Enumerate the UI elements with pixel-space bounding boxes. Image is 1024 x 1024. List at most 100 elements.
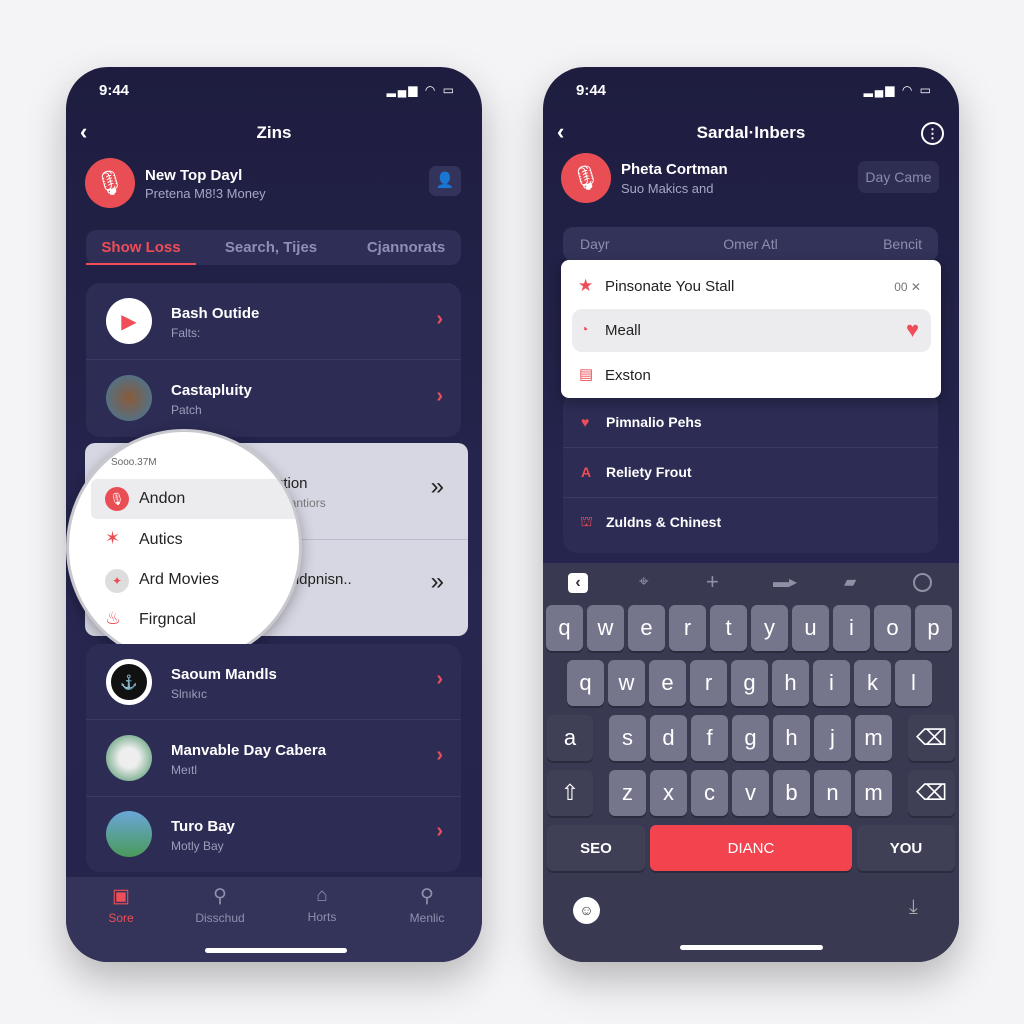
key-w[interactable]: w (587, 605, 624, 651)
keyboard: ‹ ⌖ + ▬▸ ▰ SEO DIANC YOU ☺ ⤓ qwertyuiop q… (543, 563, 959, 962)
key-q[interactable]: q (567, 660, 604, 706)
keyboard-back-icon[interactable]: ‹ (568, 573, 588, 593)
key-h[interactable]: h (772, 660, 809, 706)
popup-item-trailing: 00 ✕ (894, 280, 921, 294)
popup-item-label: Pinsonate You Stall (605, 278, 735, 295)
segment-omer-atl[interactable]: Omer Atl (563, 236, 938, 252)
heart-icon[interactable]: ♥ (906, 317, 919, 343)
key-w[interactable]: w (608, 660, 645, 706)
backspace-key[interactable]: ⌫ (908, 770, 955, 816)
key-dianc[interactable]: DIANC (650, 825, 852, 871)
menu-item-label: Firgncal (139, 611, 196, 628)
plus-icon[interactable]: + (706, 569, 719, 595)
emoji-icon[interactable]: ☺ (573, 897, 600, 924)
key-i[interactable]: i (833, 605, 870, 651)
page-title: Zins (256, 123, 292, 142)
item-subtitle: Patch (171, 403, 202, 417)
tab-disschud[interactable]: ⚲ Disschud (175, 885, 265, 925)
day-came-button[interactable]: Day Came (858, 161, 939, 193)
key-seo[interactable]: SEO (547, 825, 645, 871)
key-i[interactable]: i (813, 660, 850, 706)
list-item[interactable]: ⛫ Zuldns & Chinest (563, 498, 938, 548)
key-y[interactable]: y (751, 605, 788, 651)
avatar-mic-icon: 🎙 (561, 153, 611, 203)
zoom-icon: ⚲ (420, 886, 434, 907)
tab-label: Horts (307, 910, 337, 924)
key-u[interactable]: u (792, 605, 829, 651)
tab-menlic[interactable]: ⚲ Menlic (382, 885, 472, 925)
popup-item-selected[interactable]: ◔ Meall ♥ (572, 309, 931, 352)
item-subtitle: Slnıkıc (171, 687, 208, 701)
key-r[interactable]: r (669, 605, 706, 651)
menu-item-autics[interactable]: ✶ Autics (91, 520, 299, 560)
key-h[interactable]: h (773, 715, 810, 761)
key-j[interactable]: j (814, 715, 851, 761)
key-g[interactable]: g (731, 660, 768, 706)
key-m[interactable]: m (855, 770, 892, 816)
dismiss-keyboard-icon[interactable]: ⤓ (909, 896, 918, 919)
list-item[interactable]: Castapluity Patch › (86, 360, 461, 437)
key-g[interactable]: g (732, 715, 769, 761)
key-d[interactable]: d (650, 715, 687, 761)
segment-dayr[interactable]: Dayr (580, 236, 610, 252)
avatar-mic-icon: 🎙 (85, 158, 135, 208)
key-p[interactable]: p (915, 605, 952, 651)
key-o[interactable]: o (874, 605, 911, 651)
double-chevron-icon: » (430, 473, 444, 500)
key-v[interactable]: v (732, 770, 769, 816)
key-n[interactable]: n (814, 770, 851, 816)
menu-item-firgncal[interactable]: ♨ Firgncal (91, 600, 299, 640)
popup-item-label: Meall (605, 322, 641, 339)
gauge-icon[interactable] (913, 573, 932, 592)
segment-bar: Dayr Omer Atl Bencit (563, 227, 938, 261)
status-icons: ▂▄▆ ◠ ▭ (386, 83, 456, 97)
key-x[interactable]: x (650, 770, 687, 816)
key-z[interactable]: z (609, 770, 646, 816)
video-icon[interactable]: ▬▸ (773, 572, 797, 592)
key-you[interactable]: YOU (857, 825, 955, 871)
item-title: Manvable Day Cabera (171, 742, 327, 759)
popup-item[interactable]: ▤ Exston (561, 357, 941, 393)
list-item[interactable]: ♥ Pimnalio Pehs (563, 398, 938, 448)
profile-button-person-icon[interactable]: 👤 (429, 166, 461, 196)
key-r[interactable]: r (690, 660, 727, 706)
key-c[interactable]: c (691, 770, 728, 816)
key-l[interactable]: l (895, 660, 932, 706)
segment-bencit[interactable]: Bencit (883, 236, 922, 252)
list-card-2: ⚓ Saoum Mandls Slnıkıc › Manvable Day Ca… (86, 644, 461, 872)
cursor-icon[interactable]: ⌖ (639, 572, 649, 592)
list-item[interactable]: A Reliety Frout (563, 448, 938, 498)
list-item[interactable]: Turo Bay Motly Bay › (86, 797, 461, 872)
tab-cjannorats[interactable]: Cjannorats (351, 230, 461, 265)
key-a[interactable]: a (547, 715, 593, 761)
flame-icon: ♨ (105, 608, 122, 628)
anchor-icon: ⚓ (106, 659, 152, 705)
cup-icon[interactable]: ▰ (844, 572, 856, 592)
status-icons: ▂▄▆ ◠ ▭ (863, 83, 933, 97)
popup-item[interactable]: ★ Pinsonate You Stall 00 ✕ (561, 268, 941, 304)
figures-icon: ⛫ (580, 513, 593, 529)
tab-horts[interactable]: ⌂ Horts (277, 885, 367, 924)
list-item[interactable]: ⚓ Saoum Mandls Slnıkıc › (86, 644, 461, 720)
key-t[interactable]: t (710, 605, 747, 651)
key-q[interactable]: q (546, 605, 583, 651)
key-f[interactable]: f (691, 715, 728, 761)
key-s[interactable]: s (609, 715, 646, 761)
backspace-key[interactable]: ⌫ (908, 715, 955, 761)
key-e[interactable]: e (649, 660, 686, 706)
list-item[interactable]: ▶ Bash Outide Falts: › (86, 283, 461, 360)
key-b[interactable]: b (773, 770, 810, 816)
menu-item-andon[interactable]: 🎙 Andon (91, 479, 299, 519)
key-k[interactable]: k (854, 660, 891, 706)
list-item[interactable]: Manvable Day Cabera Meıtl › (86, 720, 461, 797)
tab-search-tiles[interactable]: Search, Tijes (211, 230, 331, 265)
info-icon[interactable]: ⋮ (921, 122, 944, 145)
shift-key[interactable]: ⇧ (547, 770, 593, 816)
chevron-right-icon: › (436, 744, 443, 766)
tab-show-loss[interactable]: Show Loss (86, 230, 196, 265)
menu-item-ard-movies[interactable]: ✦ Ard Movies (91, 560, 299, 600)
a-icon: A (581, 464, 592, 480)
key-e[interactable]: e (628, 605, 665, 651)
tab-sore[interactable]: ▣ Sore (76, 885, 166, 925)
key-m[interactable]: m (855, 715, 892, 761)
